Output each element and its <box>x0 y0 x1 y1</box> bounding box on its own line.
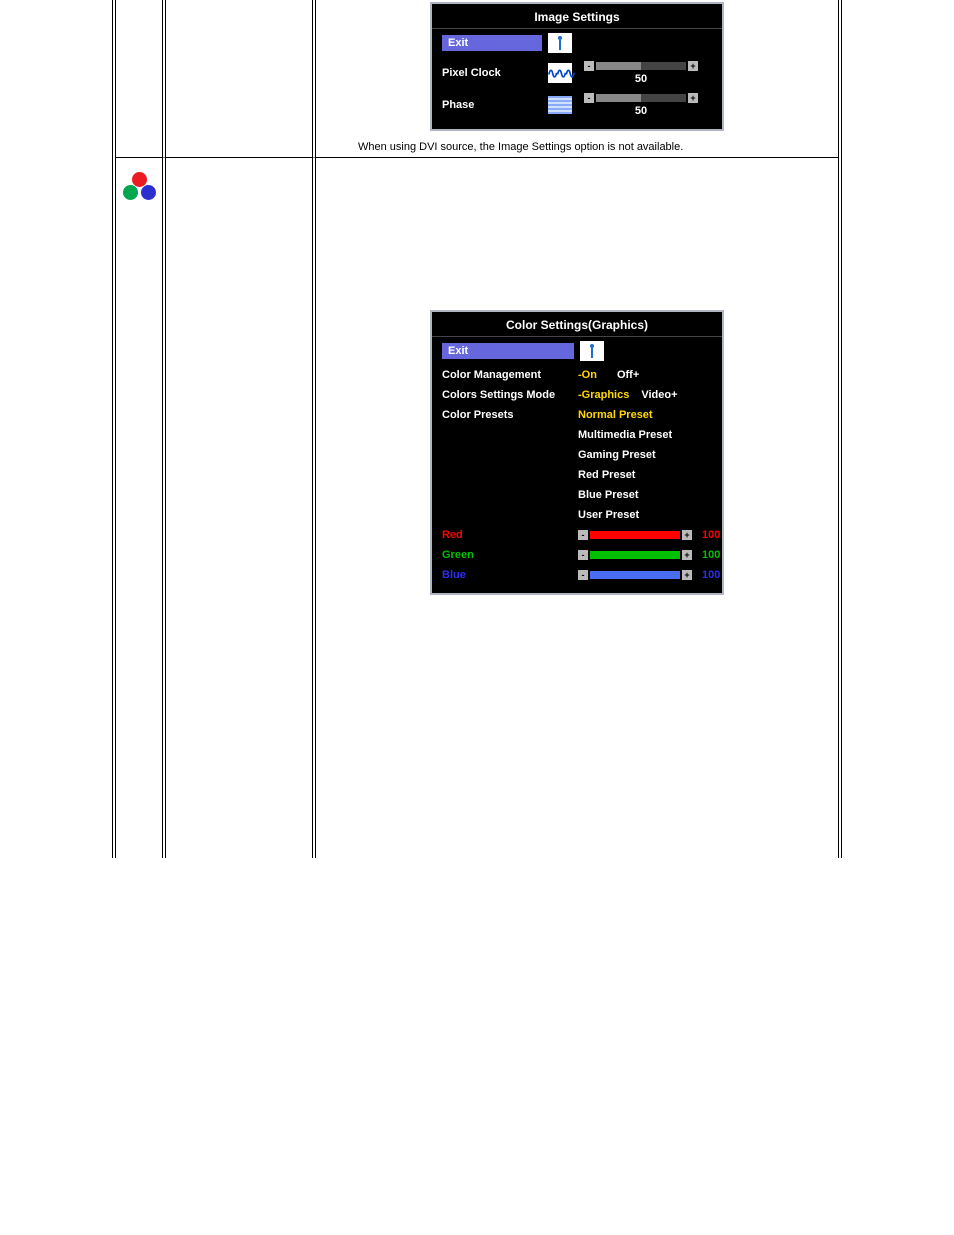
blue-slider[interactable]: - + <box>578 570 692 580</box>
phase-slider[interactable]: - + <box>584 93 698 103</box>
blue-row[interactable]: Blue - + 100 <box>432 565 722 585</box>
red-row[interactable]: Red - + 100 <box>432 525 722 545</box>
preset-multimedia[interactable]: Multimedia Preset <box>578 429 712 441</box>
pixel-clock-slider[interactable]: - + <box>584 61 698 71</box>
cell-icon-color <box>116 158 166 858</box>
color-presets-row[interactable]: Color Presets Normal Preset Multimedia P… <box>432 405 722 525</box>
plus-button: + <box>682 530 692 540</box>
green-slider[interactable]: - + <box>578 550 692 560</box>
preset-blue[interactable]: Blue Preset <box>578 489 712 501</box>
osd-color-settings: Color Settings(Graphics) Exit Color Mana… <box>430 310 724 595</box>
exit-button[interactable]: Exit <box>442 343 574 359</box>
osd-color-title: Color Settings(Graphics) <box>432 316 722 337</box>
plus-button[interactable]: + <box>688 93 698 103</box>
cell-name-color <box>166 158 316 858</box>
cell-desc-color: Color Settings(Graphics) Exit Color Mana… <box>316 158 838 858</box>
cell-icon-image <box>116 0 166 158</box>
color-management-off[interactable]: Off+ <box>617 369 639 381</box>
osd-pixel-clock-row[interactable]: Pixel Clock ∿∿∿ - + 50 <box>432 57 722 89</box>
row-image-settings: Image Settings Exit Pixel Clock ∿∿∿ <box>112 0 842 158</box>
green-row[interactable]: Green - + 100 <box>432 545 722 565</box>
dvi-note: When using DVI source, the Image Setting… <box>316 137 838 157</box>
color-management-row[interactable]: Color Management -On Off+ <box>432 365 722 385</box>
exit-button[interactable]: Exit <box>442 35 542 51</box>
red-slider[interactable]: - + <box>578 530 692 540</box>
preset-red[interactable]: Red Preset <box>578 469 712 481</box>
exit-person-icon <box>548 33 572 53</box>
osd-image-title: Image Settings <box>432 8 722 29</box>
minus-button[interactable]: - <box>584 93 594 103</box>
color-settings-icon <box>122 172 156 202</box>
osd-exit-row[interactable]: Exit <box>432 29 722 57</box>
phase-value: 50 <box>635 105 647 117</box>
mode-graphics[interactable]: -Graphics <box>578 389 629 401</box>
plus-button: + <box>682 570 692 580</box>
mode-video[interactable]: Video+ <box>641 389 677 401</box>
osd-image-settings: Image Settings Exit Pixel Clock ∿∿∿ <box>430 2 724 131</box>
blue-label: Blue <box>442 569 572 581</box>
color-management-label: Color Management <box>442 369 572 381</box>
phase-label: Phase <box>442 99 542 111</box>
pixel-clock-value: 50 <box>635 73 647 85</box>
pixel-clock-label: Pixel Clock <box>442 67 542 79</box>
minus-button: - <box>578 550 588 560</box>
red-value: 100 <box>702 529 720 541</box>
osd-phase-row[interactable]: Phase - + 50 <box>432 89 722 121</box>
minus-button: - <box>578 530 588 540</box>
phase-icon <box>548 95 572 115</box>
preset-normal[interactable]: Normal Preset <box>578 409 712 421</box>
plus-button[interactable]: + <box>688 61 698 71</box>
blue-value: 100 <box>702 569 720 581</box>
pixel-clock-icon: ∿∿∿ <box>548 63 572 83</box>
color-presets-label: Color Presets <box>442 409 572 421</box>
spec-table: Image Settings Exit Pixel Clock ∿∿∿ <box>112 0 842 858</box>
color-mode-row[interactable]: Colors Settings Mode -Graphics Video+ <box>432 385 722 405</box>
plus-button: + <box>682 550 692 560</box>
exit-person-icon <box>580 341 604 361</box>
preset-user[interactable]: User Preset <box>578 509 712 521</box>
color-management-on[interactable]: -On <box>578 369 597 381</box>
cell-desc-image: Image Settings Exit Pixel Clock ∿∿∿ <box>316 0 838 158</box>
green-label: Green <box>442 549 572 561</box>
preset-gaming[interactable]: Gaming Preset <box>578 449 712 461</box>
cell-name-image <box>166 0 316 158</box>
page: Image Settings Exit Pixel Clock ∿∿∿ <box>0 0 954 858</box>
osd-exit-row[interactable]: Exit <box>432 337 722 365</box>
row-color-settings: Color Settings(Graphics) Exit Color Mana… <box>112 158 842 858</box>
green-value: 100 <box>702 549 720 561</box>
minus-button: - <box>578 570 588 580</box>
minus-button[interactable]: - <box>584 61 594 71</box>
color-mode-label: Colors Settings Mode <box>442 389 572 401</box>
red-label: Red <box>442 529 572 541</box>
